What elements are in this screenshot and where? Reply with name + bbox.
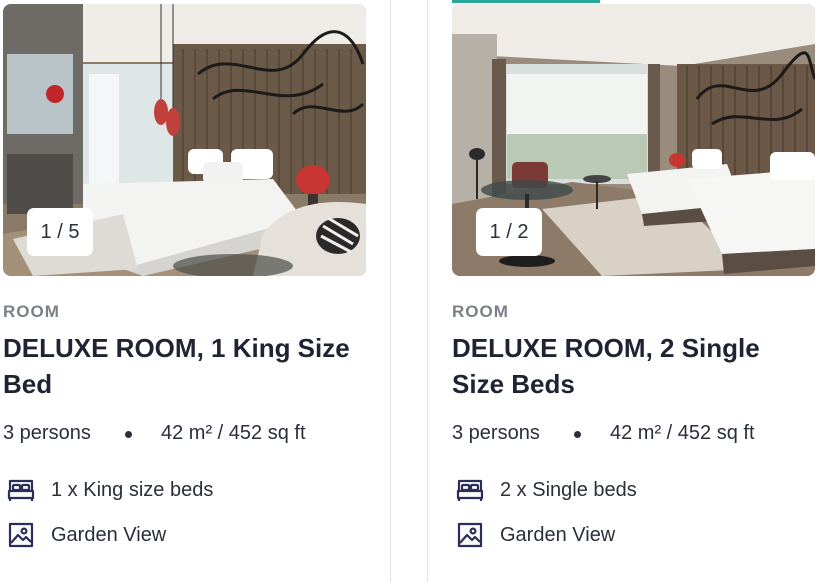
room-card-deluxe-king[interactable]: 1 / 5 ROOM DELUXE ROOM, 1 King Size Bed … xyxy=(3,0,367,582)
view-text: Garden View xyxy=(500,524,616,546)
landscape-image-icon xyxy=(8,522,34,548)
occupancy-text: 3 persons xyxy=(3,422,91,444)
room-stats: 3 persons 42 m² / 452 sq ft xyxy=(3,422,367,448)
occupancy-text: 3 persons xyxy=(452,422,540,444)
room-card-deluxe-twin[interactable]: 1 / 2 ROOM DELUXE ROOM, 2 Single Size Be… xyxy=(452,0,816,582)
bed-icon xyxy=(7,479,35,501)
bed-icon xyxy=(456,479,484,501)
room-category: ROOM xyxy=(3,302,60,321)
room-photo-carousel[interactable]: 1 / 2 xyxy=(452,4,815,276)
card-divider xyxy=(427,0,428,582)
separator-dot xyxy=(125,431,132,438)
landscape-image-icon xyxy=(457,522,483,548)
room-category: ROOM xyxy=(452,302,509,321)
card-divider xyxy=(390,0,391,582)
feature-bed: 2 x Single beds xyxy=(452,476,816,506)
feature-view: Garden View xyxy=(452,521,816,551)
image-counter: 1 / 5 xyxy=(27,208,93,256)
separator-dot xyxy=(574,431,581,438)
room-photo-carousel[interactable]: 1 / 5 xyxy=(3,4,366,276)
feature-view: Garden View xyxy=(3,521,367,551)
room-size-text: 42 m² / 452 sq ft xyxy=(610,422,755,444)
feature-bed: 1 x King size beds xyxy=(3,476,367,506)
image-counter: 1 / 2 xyxy=(476,208,542,256)
room-size-text: 42 m² / 452 sq ft xyxy=(161,422,306,444)
view-text: Garden View xyxy=(51,524,167,546)
bed-config-text: 1 x King size beds xyxy=(51,479,214,501)
room-title[interactable]: DELUXE ROOM, 2 Single Size Beds xyxy=(452,330,816,402)
room-stats: 3 persons 42 m² / 452 sq ft xyxy=(452,422,816,448)
bed-config-text: 2 x Single beds xyxy=(500,479,637,501)
room-title[interactable]: DELUXE ROOM, 1 King Size Bed xyxy=(3,330,367,402)
